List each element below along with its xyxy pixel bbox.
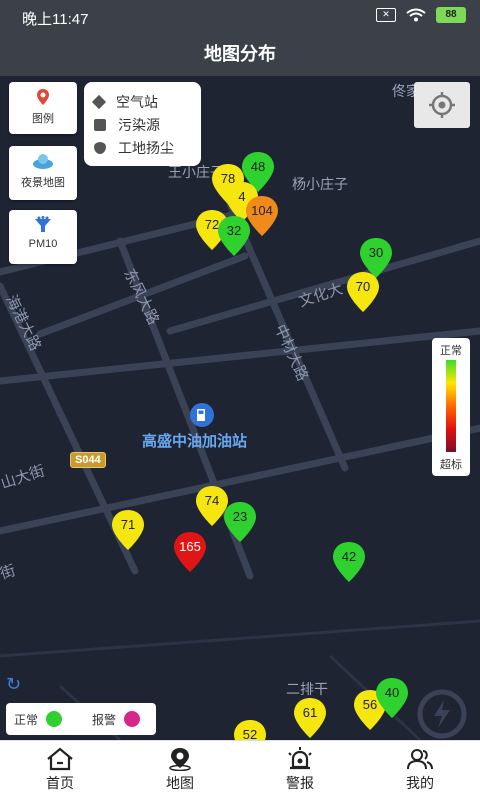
sim-icon: ✕ <box>376 8 396 22</box>
marker-value: 30 <box>368 245 384 260</box>
poi-label-gas-station[interactable]: 高盛中油加油站 <box>142 430 247 451</box>
tab-alarm-label: 警报 <box>286 775 314 791</box>
marker-value: 23 <box>232 509 248 524</box>
tab-alarm[interactable]: 警报 <box>240 741 360 800</box>
legend-item-pollution-source[interactable]: 污染源 <box>94 113 191 136</box>
night-map-icon <box>33 154 53 169</box>
clock: 晚上11:47 <box>22 11 89 28</box>
marker-value: 71 <box>120 517 136 532</box>
status-bar: 晚上11:47 ✕ 88 <box>0 0 480 34</box>
tab-map-label: 地图 <box>166 775 194 791</box>
pm10-tool-button[interactable]: PM10 <box>9 210 77 264</box>
gas-station-icon[interactable] <box>189 402 215 428</box>
station-marker[interactable]: 42 <box>331 540 367 584</box>
station-marker[interactable]: 71 <box>110 508 146 552</box>
users-icon <box>407 749 433 770</box>
legend-item-construction-dust[interactable]: 工地扬尘 <box>94 136 191 159</box>
scale-label-exceed: 超标 <box>440 459 462 471</box>
legend-label-construction-dust: 工地扬尘 <box>118 139 174 156</box>
station-marker[interactable]: 70 <box>345 270 381 314</box>
shield-icon <box>94 141 106 154</box>
marker-value: 42 <box>341 549 357 564</box>
crosshair-icon <box>429 92 455 118</box>
station-marker[interactable]: 61 <box>292 696 328 740</box>
marker-value: 40 <box>384 685 400 700</box>
scale-gradient <box>446 360 456 452</box>
scale-label-normal: 正常 <box>440 345 462 357</box>
map-label-yangxiaozhuang: 杨小庄子 <box>292 176 348 192</box>
legend-label-air-station: 空气站 <box>116 93 158 110</box>
map-marker-icon <box>169 748 191 771</box>
station-marker[interactable]: 40 <box>374 676 410 720</box>
bottom-nav: 首页 地图 警报 我的 <box>0 740 480 800</box>
night-map-tool-button[interactable]: 夜景地图 <box>9 146 77 200</box>
home-icon <box>47 747 73 771</box>
status-icons: ✕ 88 <box>376 7 466 23</box>
tab-map[interactable]: 地图 <box>120 741 240 800</box>
alarm-dot-icon <box>124 711 141 727</box>
station-marker[interactable]: 52 <box>232 718 268 740</box>
status-legend: 正常 报警 <box>6 703 156 735</box>
legend-tool-button[interactable]: 图例 <box>9 82 77 134</box>
night-map-tool-label: 夜景地图 <box>21 177 65 189</box>
marker-value: 70 <box>355 279 371 294</box>
station-marker[interactable]: 165 <box>172 530 208 574</box>
marker-value: 61 <box>302 705 318 720</box>
filter-icon <box>35 216 51 232</box>
legend-label-pollution-source: 污染源 <box>118 116 160 133</box>
map-pin-icon <box>37 89 49 105</box>
wifi-icon <box>406 8 426 22</box>
tab-mine-label: 我的 <box>406 775 434 791</box>
map-view[interactable]: 佟家镇 王小庄子 杨小庄子 文化大 东风大路 海港大路 中材大路 山大街 街 二… <box>0 76 480 740</box>
page-title: 地图分布 <box>0 34 480 76</box>
normal-dot-icon <box>46 711 63 727</box>
marker-value: 52 <box>242 727 258 740</box>
lightning-watermark-icon <box>417 689 467 739</box>
marker-value: 32 <box>226 223 242 238</box>
station-marker[interactable]: 23 <box>222 500 258 544</box>
station-marker[interactable]: 32 <box>216 214 252 258</box>
status-legend-alarm-label: 报警 <box>92 712 117 727</box>
marker-value: 165 <box>179 539 201 554</box>
tab-home-label: 首页 <box>46 775 74 791</box>
status-legend-normal-label: 正常 <box>14 712 39 727</box>
color-scale: 正常 超标 <box>432 338 470 476</box>
legend-popup: 空气站 污染源 工地扬尘 <box>84 82 201 166</box>
siren-icon <box>288 747 312 770</box>
refresh-icon[interactable]: ↻ <box>6 674 21 695</box>
battery-icon: 88 <box>436 7 466 23</box>
legend-item-air-station[interactable]: 空气站 <box>91 90 191 113</box>
diamond-icon <box>91 94 107 109</box>
tab-mine[interactable]: 我的 <box>360 741 480 800</box>
legend-tool-label: 图例 <box>32 113 54 125</box>
locate-button[interactable] <box>414 82 470 128</box>
tab-home[interactable]: 首页 <box>0 741 120 800</box>
pm10-tool-label: PM10 <box>28 238 58 250</box>
highway-shield: S044 <box>70 452 106 468</box>
speech-bubble-icon <box>94 118 106 131</box>
